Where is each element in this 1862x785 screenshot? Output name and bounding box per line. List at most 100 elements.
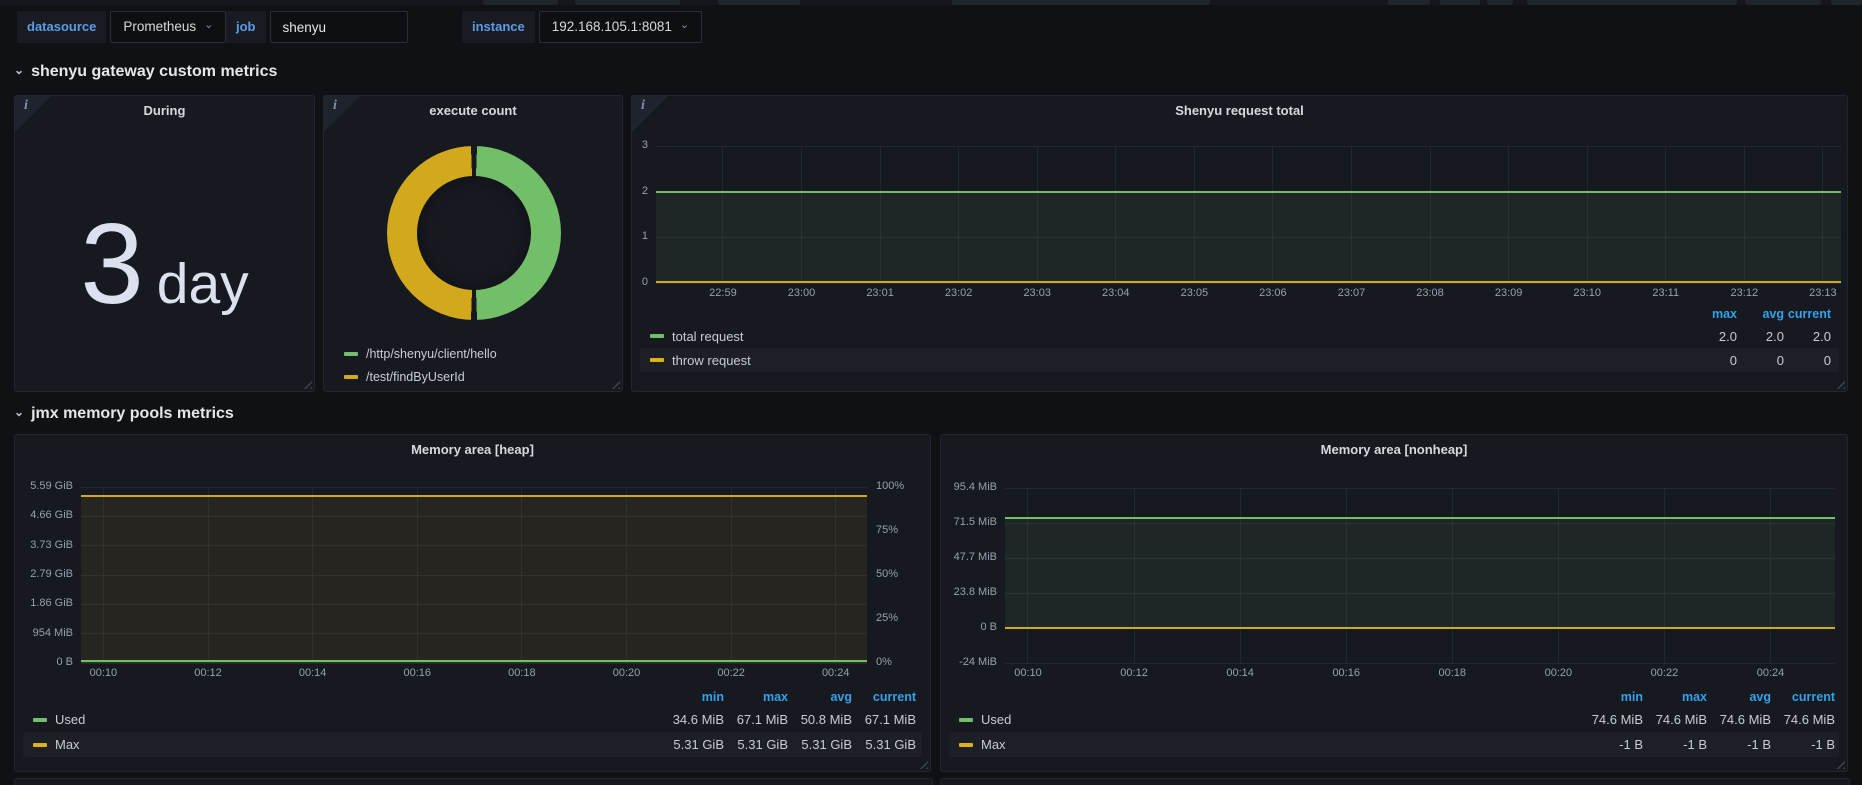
y-axis-label: 0 B: [941, 620, 997, 635]
legend-stat-header[interactable]: min: [660, 690, 724, 704]
x-axis-label: 23:10: [1563, 287, 1611, 299]
y-axis-label: 1.86 GiB: [15, 596, 73, 611]
plot-area[interactable]: [1005, 488, 1835, 663]
legend-series-name[interactable]: Max: [33, 737, 660, 752]
legend-stat-header[interactable]: max: [724, 690, 788, 704]
x-axis-label: 00:16: [1322, 667, 1370, 679]
legend-series-name[interactable]: Used: [959, 712, 1579, 727]
legend-series-name[interactable]: Max: [959, 737, 1579, 752]
panel-title[interactable]: During: [55, 103, 274, 118]
x-axis-label: 00:18: [1428, 667, 1476, 679]
legend-row[interactable]: Used34.6 MiB67.1 MiB50.8 MiB67.1 MiB: [23, 707, 922, 732]
legend-row[interactable]: /test/findByUserId: [344, 367, 465, 387]
panel-resize-handle[interactable]: [302, 379, 312, 389]
row-header-shenyu-gateway[interactable]: ⌄ shenyu gateway custom metrics: [14, 60, 277, 84]
x-axis-label: 23:09: [1485, 287, 1533, 299]
legend-stat-value: 74.6 MiB: [1643, 712, 1707, 727]
legend-series-name[interactable]: Used: [33, 712, 660, 727]
legend-stat-header[interactable]: max: [1690, 307, 1737, 321]
legend-row[interactable]: Max5.31 GiB5.31 GiB5.31 GiB5.31 GiB: [23, 732, 922, 757]
legend-stat-value: -1 B: [1579, 737, 1643, 752]
plot-area[interactable]: [656, 146, 1841, 283]
legend-stat-header[interactable]: max: [1643, 690, 1707, 704]
legend-stat-header[interactable]: current: [852, 690, 916, 704]
legend-stat-header[interactable]: current: [1771, 690, 1835, 704]
y-axis-label: 1: [632, 229, 648, 244]
legend-header-row: maxavgcurrent: [640, 304, 1839, 324]
x-axis-label: 00:22: [707, 667, 755, 679]
x-axis-label: 00:14: [1216, 667, 1264, 679]
y-axis-label: 23.8 MiB: [941, 585, 997, 600]
var-instance-label: instance: [462, 11, 535, 43]
legend-stat-header[interactable]: avg: [788, 690, 852, 704]
x-axis-label: 23:07: [1327, 287, 1375, 299]
panel-title[interactable]: execute count: [364, 103, 582, 118]
legend-stat-value: 74.6 MiB: [1707, 712, 1771, 727]
tab-edge: [1745, 0, 1821, 5]
var-datasource-label: datasource: [17, 11, 106, 43]
tab-edge: [718, 0, 800, 5]
tab-edge: [483, 0, 558, 5]
panel-during: i During 3day: [14, 95, 315, 392]
series-fill: [656, 192, 1841, 283]
x-axis-label: 23:04: [1092, 287, 1140, 299]
x-axis-label: 00:12: [184, 667, 232, 679]
donut-chart[interactable]: [387, 146, 561, 320]
legend-series-name[interactable]: total request: [650, 329, 1690, 344]
legend-color-swatch: [344, 375, 358, 379]
x-axis-label: 23:08: [1406, 287, 1454, 299]
legend-stat-header[interactable]: min: [1579, 690, 1643, 704]
legend-stat-header[interactable]: current: [1784, 307, 1831, 321]
var-group-job: job: [226, 11, 408, 43]
panel-resize-handle[interactable]: [610, 379, 620, 389]
y-gridline: [656, 146, 1841, 147]
chevron-down-icon: ⌄: [14, 405, 24, 419]
panel-resize-handle[interactable]: [1835, 379, 1845, 389]
x-axis-label: 23:12: [1720, 287, 1768, 299]
panel-resize-handle[interactable]: [918, 759, 928, 769]
panel-title[interactable]: Shenyu request total: [672, 103, 1807, 118]
legend-row[interactable]: Max-1 B-1 B-1 B-1 B: [949, 732, 1839, 757]
grafana-dashboard: datasource Prometheus ⌄ job instance 192…: [0, 0, 1862, 784]
legend-stat-header[interactable]: avg: [1737, 307, 1784, 321]
plot-area[interactable]: [81, 487, 867, 663]
tab-edge: [1440, 0, 1480, 5]
legend-stat-value: -1 B: [1643, 737, 1707, 752]
legend-stat-value: 5.31 GiB: [724, 737, 788, 752]
legend-header-row: minmaxavgcurrent: [23, 687, 922, 707]
legend-row[interactable]: total request2.02.02.0: [640, 324, 1839, 348]
tab-edge: [1487, 0, 1513, 5]
panel-info-corner[interactable]: i: [324, 96, 360, 132]
x-axis-label: 23:01: [856, 287, 904, 299]
legend-stat-value: -1 B: [1707, 737, 1771, 752]
var-datasource-select[interactable]: Prometheus ⌄: [110, 11, 226, 43]
row-title: shenyu gateway custom metrics: [31, 63, 277, 81]
legend-color-swatch: [650, 358, 664, 362]
x-axis-label: 23:00: [778, 287, 826, 299]
y-axis-label: 3: [632, 138, 648, 153]
job-input[interactable]: [270, 11, 408, 43]
series-line: [1005, 517, 1835, 519]
panel-resize-handle[interactable]: [1835, 759, 1845, 769]
x-axis-label: 00:14: [289, 667, 337, 679]
legend-stat-value: 34.6 MiB: [660, 712, 724, 727]
legend-stat-value: 74.6 MiB: [1771, 712, 1835, 727]
panel-info-corner[interactable]: i: [15, 96, 51, 132]
legend-row[interactable]: /http/shenyu/client/hello: [344, 344, 497, 364]
legend-row[interactable]: throw request000: [640, 348, 1839, 372]
right-axis-label: 0%: [876, 655, 892, 670]
panel-info-corner[interactable]: i: [632, 96, 668, 132]
legend-stat-value: 0: [1784, 353, 1831, 368]
var-instance-select[interactable]: 192.168.105.1:8081 ⌄: [539, 11, 702, 43]
panel-title[interactable]: Memory area [heap]: [55, 442, 890, 457]
legend-row[interactable]: Used74.6 MiB74.6 MiB74.6 MiB74.6 MiB: [949, 707, 1839, 732]
stat-unit: day: [157, 252, 249, 316]
info-icon: i: [333, 98, 337, 114]
row-header-jmx-memory[interactable]: ⌄ jmx memory pools metrics: [14, 402, 234, 426]
donut-hole: [417, 176, 531, 290]
legend-series-name[interactable]: throw request: [650, 353, 1690, 368]
legend-stat-header[interactable]: avg: [1707, 690, 1771, 704]
legend-stat-value: 0: [1737, 353, 1784, 368]
panel-title[interactable]: Memory area [nonheap]: [981, 442, 1807, 457]
legend-color-swatch: [650, 334, 664, 338]
